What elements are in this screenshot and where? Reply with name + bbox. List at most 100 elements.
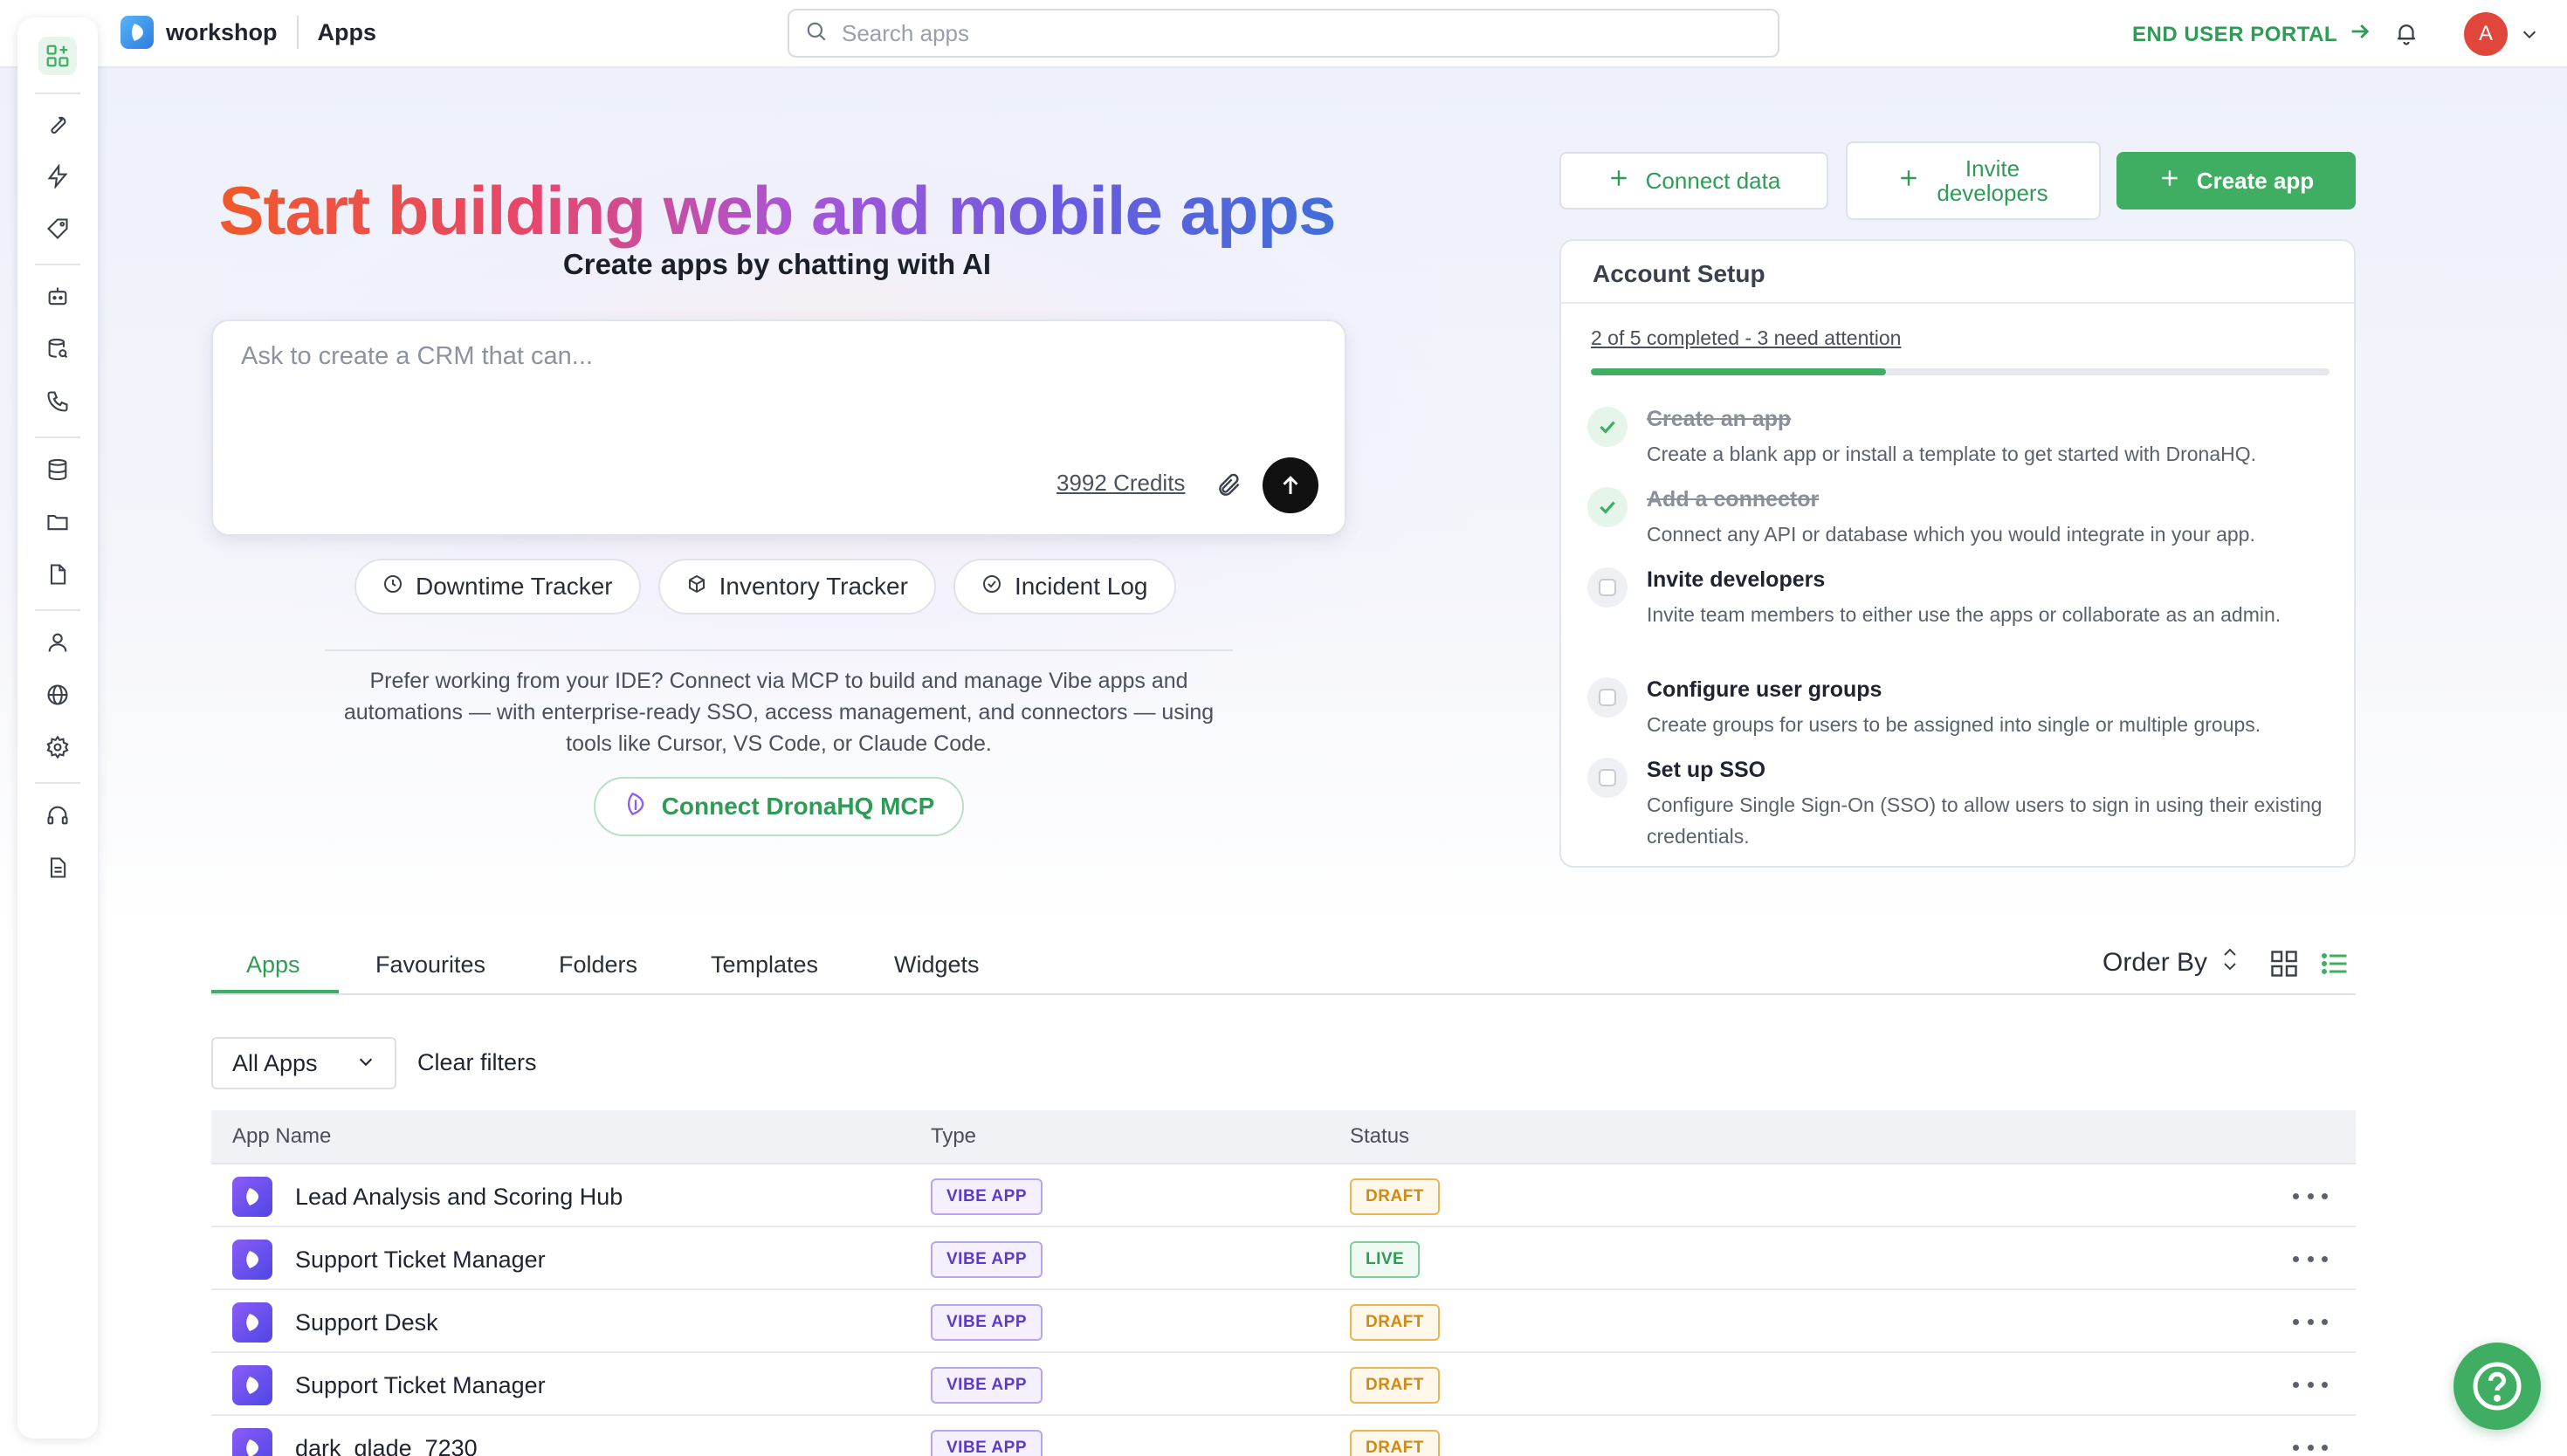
plus-icon [1607,167,1630,196]
folder-icon[interactable] [38,503,77,541]
wrench-icon[interactable] [38,105,77,143]
active-tab-indicator [211,990,339,993]
file-icon[interactable] [38,555,77,594]
setup-task-sso[interactable]: Set up SSO Configure Single Sign-On (SSO… [1587,758,2338,854]
brand-divider [296,16,299,49]
credits-link[interactable]: 3992 Credits [1056,470,1185,497]
suggestion-chip-downtime[interactable]: Downtime Tracker [354,559,641,615]
chevron-down-icon[interactable] [2518,23,2541,45]
search-bar[interactable] [788,9,1779,58]
bell-icon[interactable] [2389,16,2424,51]
app-name[interactable]: Support Desk [295,1309,438,1336]
clear-filters-button[interactable]: Clear filters [417,1049,537,1076]
status-badge: DRAFT [1350,1430,1440,1456]
app-icon [232,1302,272,1343]
invite-developers-button[interactable]: Invite developers [1846,141,2101,220]
task-title: Create an app [1647,407,1792,431]
globe-icon[interactable] [38,676,77,714]
database-search-icon[interactable] [38,330,77,368]
table-row[interactable]: dark_glade_7230 VIBE APP DRAFT [211,1416,2356,1456]
search-input[interactable] [842,19,1762,47]
app-icon [232,1365,272,1405]
list-view-icon[interactable] [2319,948,2350,979]
tab-widgets[interactable]: Widgets [894,951,980,979]
database-icon[interactable] [38,450,77,489]
box-icon [686,573,707,601]
phone-icon[interactable] [38,382,77,421]
sidebar-divider [35,436,80,438]
tab-favourites[interactable]: Favourites [375,951,485,979]
column-header-status[interactable]: Status [1350,1124,1409,1149]
gear-icon[interactable] [38,728,77,766]
portal-label: END USER PORTAL [2132,22,2338,46]
app-tabs: Apps Favourites Folders Templates Widget… [211,941,2356,995]
table-row[interactable]: Lead Analysis and Scoring Hub VIBE APP D… [211,1164,2356,1227]
document-list-icon[interactable] [38,848,77,887]
column-header-type[interactable]: Type [931,1124,976,1149]
app-name[interactable]: Support Ticket Manager [295,1372,546,1399]
app-name[interactable]: Support Ticket Manager [295,1247,546,1274]
avatar[interactable]: A [2464,12,2508,56]
paperclip-icon[interactable] [1214,468,1245,503]
plus-icon [2158,167,2181,196]
more-options-icon[interactable] [2293,1248,2328,1269]
task-description: Create a blank app or install a template… [1647,443,2257,465]
question-icon [2473,1362,2522,1411]
table-row[interactable]: Support Desk VIBE APP DRAFT [211,1290,2356,1353]
status-badge: DRAFT [1350,1367,1440,1404]
mcp-description: Prefer working from your IDE? Connect vi… [343,669,1215,756]
apps-grid-icon[interactable] [38,37,77,75]
dronahq-logo-icon [623,791,648,823]
suggestion-chip-inventory[interactable]: Inventory Tracker [657,559,936,615]
app-name[interactable]: dark_glade_7230 [295,1435,478,1456]
brand[interactable]: workshop Apps [120,16,376,49]
clock-icon [382,573,403,601]
table-row[interactable]: Support Ticket Manager VIBE APP DRAFT [211,1353,2356,1416]
setup-task-invite-developers[interactable]: Invite developers Invite team members to… [1587,567,2338,663]
lightning-icon[interactable] [38,157,77,196]
tag-icon[interactable] [38,209,77,248]
prompt-placeholder[interactable]: Ask to create a CRM that can... [241,342,593,371]
setup-task-create-app[interactable]: Create an app Create a blank app or inst… [1587,407,2338,477]
table-row[interactable]: Support Ticket Manager VIBE APP LIVE [211,1227,2356,1290]
checkbox-icon [1587,758,1628,798]
tab-apps[interactable]: Apps [246,951,300,979]
more-options-icon[interactable] [2293,1311,2328,1332]
more-options-icon[interactable] [2293,1374,2328,1395]
connect-mcp-button[interactable]: Connect DronaHQ MCP [594,777,964,836]
app-icon [232,1240,272,1280]
type-badge: VIBE APP [931,1430,1043,1456]
headset-icon[interactable] [38,796,77,834]
setup-progress-text[interactable]: 2 of 5 completed - 3 need attention [1591,326,1901,350]
ai-prompt-box[interactable]: Ask to create a CRM that can... 3992 Cre… [211,319,1346,536]
table-header: App Name Type Status [211,1110,2356,1164]
create-app-button[interactable]: Create app [2116,152,2356,209]
setup-task-add-connector[interactable]: Add a connector Connect any API or datab… [1587,487,2338,557]
arrow-right-icon [2348,19,2372,50]
sort-icon [2219,944,2240,981]
setup-task-user-groups[interactable]: Configure user groups Create groups for … [1587,677,2338,747]
more-options-icon[interactable] [2293,1185,2328,1206]
task-title: Configure user groups [1647,677,1882,702]
grid-view-icon[interactable] [2268,948,2300,979]
divider [325,649,1233,651]
tab-templates[interactable]: Templates [711,951,818,979]
arrow-up-icon [1283,476,1298,494]
app-filter-select[interactable]: All Apps [211,1037,396,1089]
send-button[interactable] [1263,457,1318,513]
invite-developers-label: Invite developers [1937,155,2048,206]
task-title: Set up SSO [1647,758,1766,782]
bot-icon[interactable] [38,278,77,316]
check-icon [1587,407,1628,447]
more-options-icon[interactable] [2293,1437,2328,1456]
help-button[interactable] [2453,1343,2541,1430]
end-user-portal-link[interactable]: END USER PORTAL [2132,19,2372,50]
order-by-control[interactable]: Order By [2102,944,2240,981]
app-icon [232,1177,272,1217]
connect-data-button[interactable]: Connect data [1559,152,1828,209]
tab-folders[interactable]: Folders [559,951,637,979]
column-header-app-name[interactable]: App Name [232,1124,331,1149]
app-name[interactable]: Lead Analysis and Scoring Hub [295,1184,623,1211]
suggestion-chip-incident[interactable]: Incident Log [953,559,1176,615]
user-icon[interactable] [38,623,77,662]
